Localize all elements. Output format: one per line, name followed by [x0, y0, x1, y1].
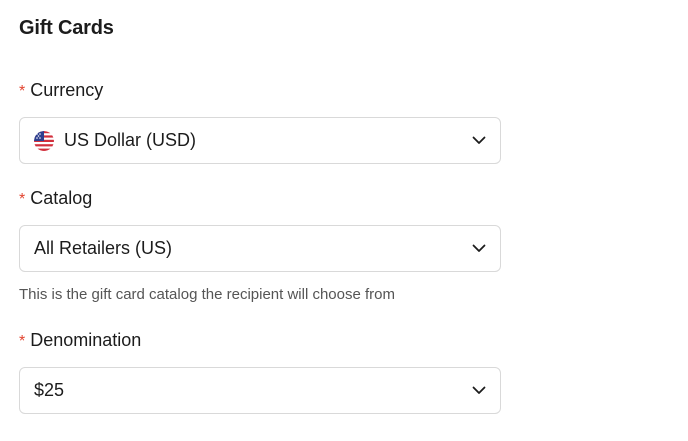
required-asterisk: * [19, 191, 26, 208]
catalog-label-text: Catalog [30, 188, 93, 208]
us-flag-icon [34, 130, 54, 151]
catalog-help-text: This is the gift card catalog the recipi… [19, 286, 396, 303]
denomination-value: $25 [34, 380, 65, 400]
chevron-down-icon [472, 386, 486, 394]
currency-label: * Currency [19, 80, 103, 101]
required-asterisk: * [19, 333, 26, 350]
denomination-select[interactable]: $25 [19, 367, 501, 414]
catalog-select[interactable]: All Retailers (US) [19, 225, 501, 272]
denomination-label-text: Denomination [30, 330, 142, 350]
currency-select[interactable]: US Dollar (USD) [19, 117, 501, 164]
chevron-down-icon [472, 136, 486, 144]
gift-cards-form: Gift Cards * Currency US Dollar (USD) * … [0, 0, 688, 441]
denomination-label: * Denomination [19, 330, 141, 351]
section-title: Gift Cards [19, 17, 114, 39]
currency-value: US Dollar (USD) [64, 130, 197, 150]
currency-label-text: Currency [30, 80, 104, 100]
catalog-label: * Catalog [19, 188, 92, 209]
required-asterisk: * [19, 83, 26, 100]
chevron-down-icon [472, 244, 486, 252]
catalog-value: All Retailers (US) [34, 238, 173, 258]
